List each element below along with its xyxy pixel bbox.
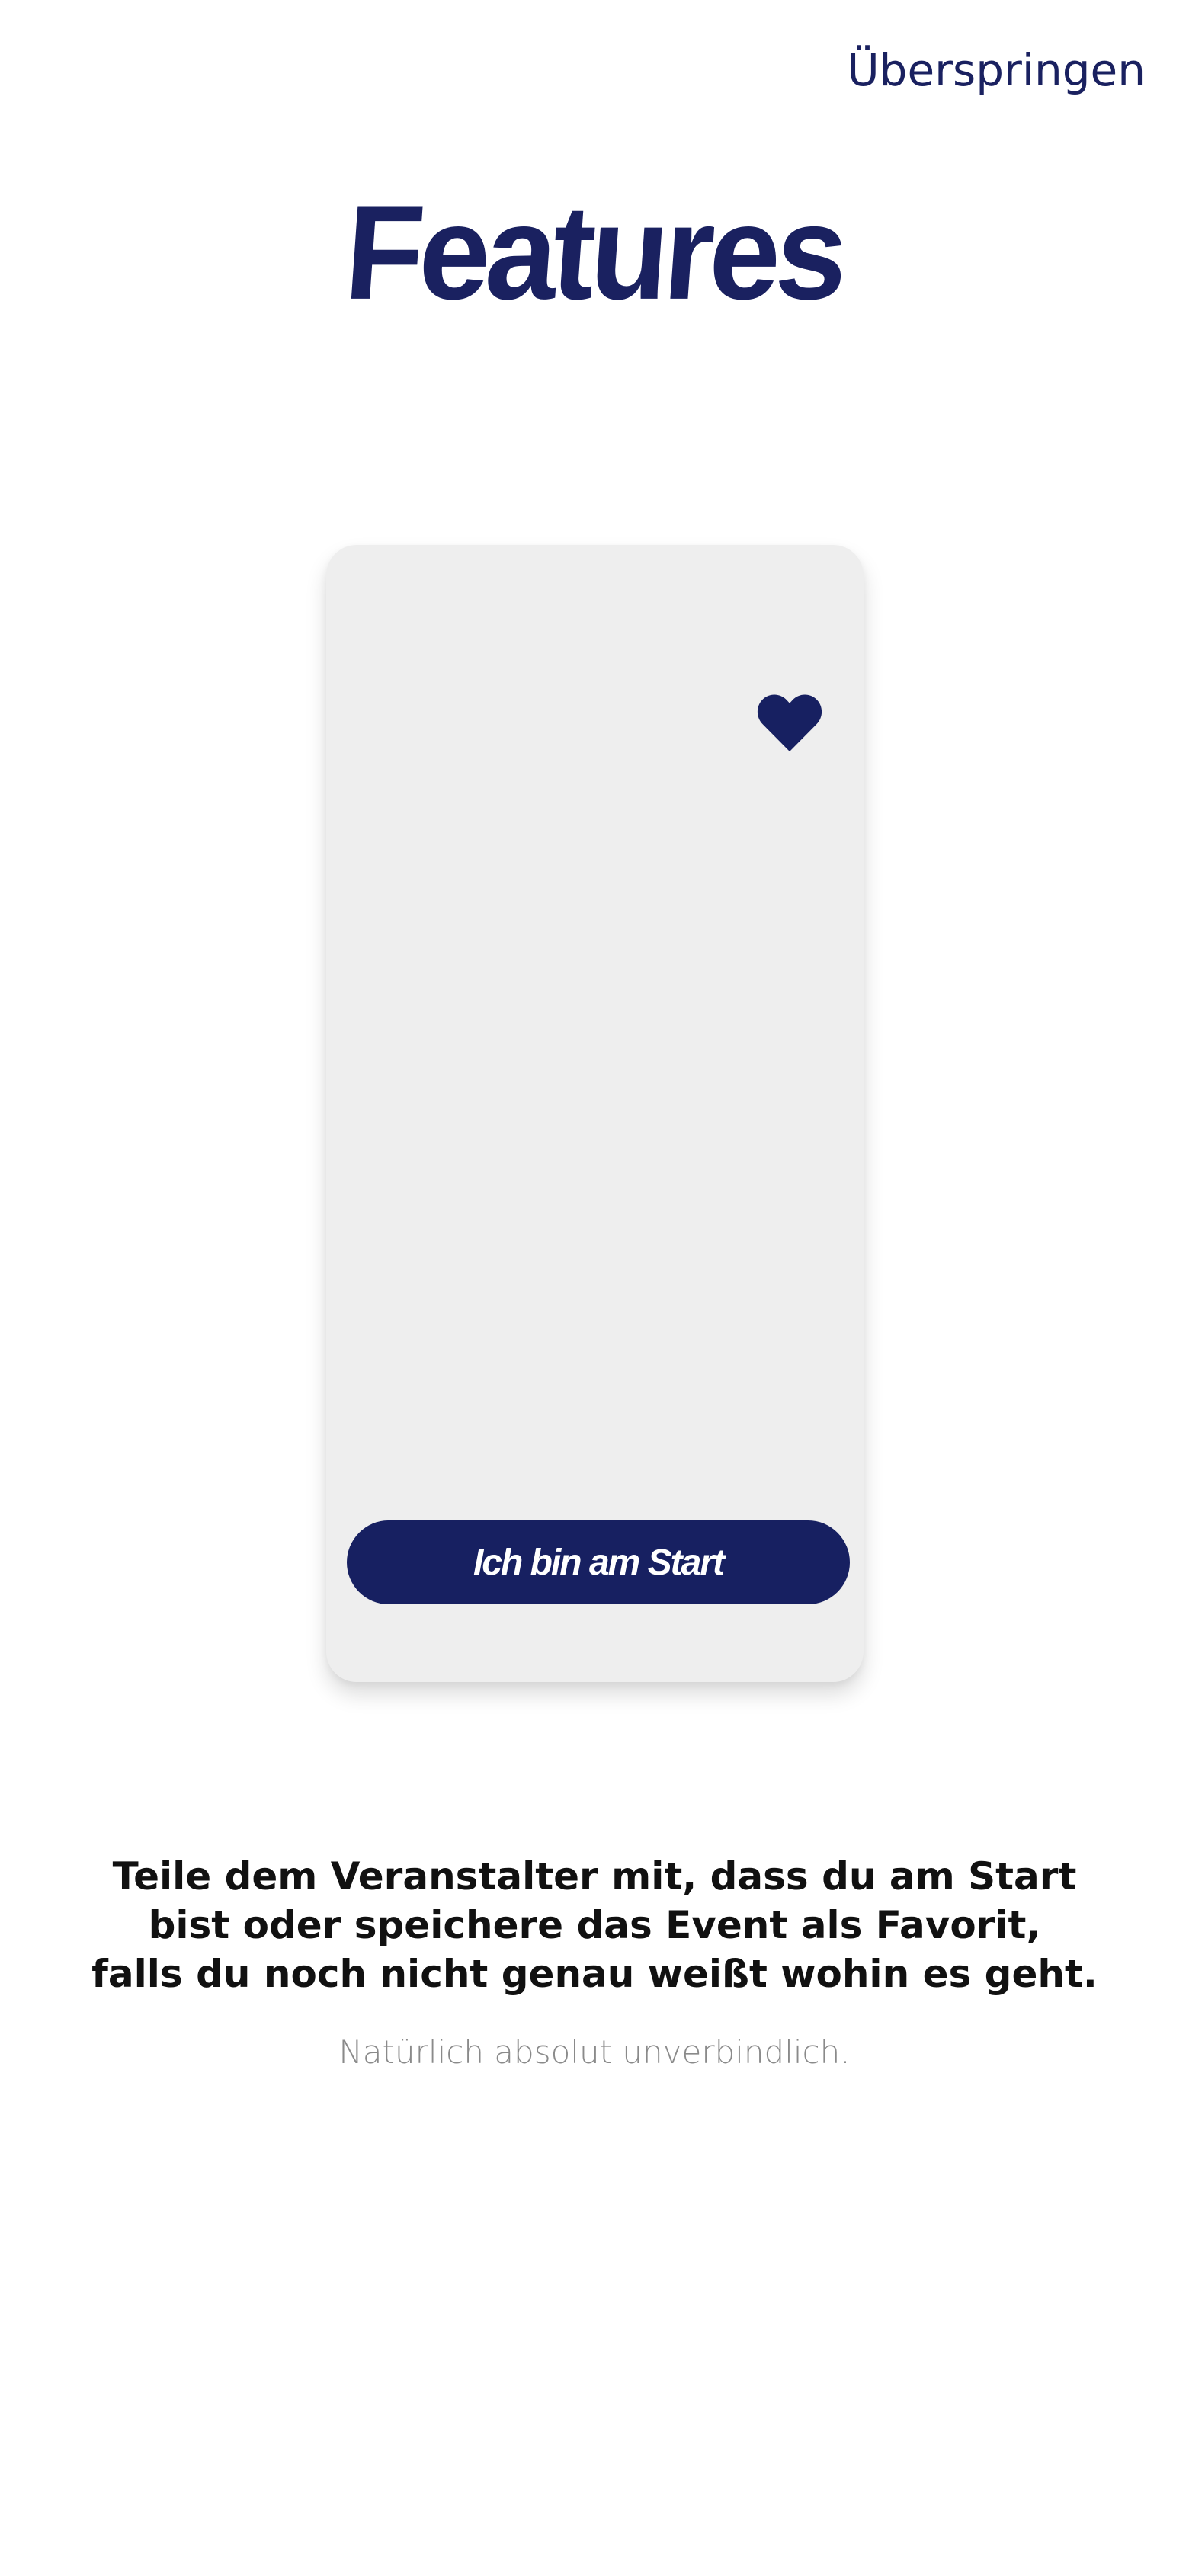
heart-icon[interactable]	[753, 686, 826, 759]
description-line: falls du noch nicht genau weißt wohin es…	[91, 1952, 1098, 1996]
page-title: Features	[340, 177, 849, 328]
feature-preview-card: Ich bin am Start	[326, 545, 864, 1682]
description-line: bist oder speichere das Event als Favori…	[148, 1903, 1041, 1947]
start-button[interactable]: Ich bin am Start	[347, 1520, 850, 1604]
description-line: Teile dem Veranstalter mit, dass du am S…	[112, 1854, 1077, 1898]
feature-description: Teile dem Veranstalter mit, dass du am S…	[0, 1852, 1189, 1998]
disclaimer-note: Natürlich absolut unverbindlich.	[338, 2033, 851, 2071]
skip-button[interactable]: Überspringen	[847, 44, 1146, 96]
